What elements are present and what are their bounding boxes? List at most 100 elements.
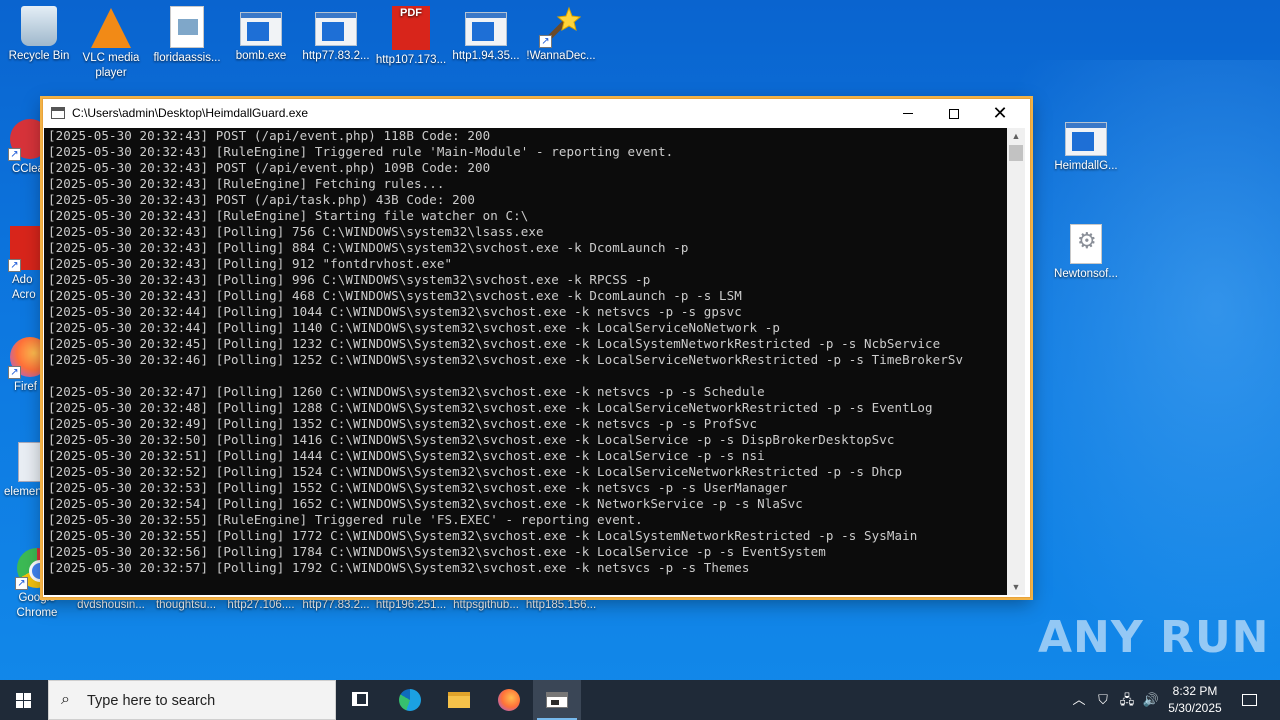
console-line: [2025-05-30 20:32:43] [RuleEngine] Start… <box>48 208 529 223</box>
desktop-icon-label: http107.173... <box>375 54 447 66</box>
show-hidden-icons-button[interactable]: ︿ <box>1068 680 1090 720</box>
desktop-icon-heimdallguard[interactable]: HeimdallG... <box>1047 112 1125 174</box>
shortcut-arrow-icon: ↗ <box>539 35 552 48</box>
image-file-icon <box>170 6 204 48</box>
console-line: [2025-05-30 20:32:56] [Polling] 1784 C:\… <box>48 544 826 559</box>
minimize-button[interactable] <box>885 99 931 128</box>
console-line: [2025-05-30 20:32:43] [RuleEngine] Trigg… <box>48 144 674 159</box>
console-line: [2025-05-30 20:32:44] [Polling] 1140 C:\… <box>48 320 781 335</box>
desktop-icon-label: bomb.exe <box>235 50 287 62</box>
desktop-icon-label: !WannaDec... <box>526 50 596 62</box>
desktop-icon-label: http1.94.35... <box>452 50 520 62</box>
console-line: [2025-05-30 20:32:43] POST (/api/event.p… <box>48 128 491 143</box>
vlc-icon <box>91 8 131 48</box>
desktop-icon-dvdshousin[interactable]: dvdshousin... <box>72 598 150 613</box>
desktop-icon-httpsgithub[interactable]: httpsgithub... <box>447 598 525 613</box>
close-button[interactable]: ✕ <box>977 99 1023 128</box>
desktop-icon-label: httpsgithub... <box>453 599 519 611</box>
console-line: [2025-05-30 20:32:49] [Polling] 1352 C:\… <box>48 416 758 431</box>
task-view-icon <box>352 692 368 706</box>
desktop-icon-http1-94[interactable]: http1.94.35... <box>447 2 525 64</box>
desktop-icon-vlc[interactable]: VLC media player <box>72 2 150 81</box>
desktop-icon-http27[interactable]: http27.106.... <box>222 598 300 613</box>
tray-volume-icon[interactable]: 🔊 <box>1140 680 1162 720</box>
desktop-icon-label: thoughtsu... <box>155 599 217 611</box>
taskbar-edge-button[interactable] <box>386 680 434 720</box>
clock-time: 8:32 PM <box>1172 684 1218 698</box>
exe-file-icon <box>315 12 357 46</box>
shortcut-arrow-icon: ↗ <box>8 259 21 272</box>
tray-network-icon[interactable]: 🖧 <box>1116 680 1138 720</box>
desktop-icon-label: dvdshousin... <box>77 599 145 611</box>
close-icon: ✕ <box>992 103 1008 124</box>
search-input[interactable] <box>87 690 327 712</box>
desktop-icon-label: VLC media player <box>82 52 140 79</box>
notification-center-button[interactable] <box>1232 680 1266 720</box>
console-line: [2025-05-30 20:32:57] [Polling] 1792 C:\… <box>48 560 750 575</box>
console-window[interactable]: C:\Users\admin\Desktop\HeimdallGuard.exe… <box>42 98 1031 598</box>
console-line: [2025-05-30 20:32:43] [RuleEngine] Fetch… <box>48 176 445 191</box>
desktop-icon-http77-a[interactable]: http77.83.2... <box>297 2 375 64</box>
desktop-icon-http185[interactable]: http185.156... <box>522 598 600 613</box>
desktop-icon-floridaassis[interactable]: floridaassis... <box>148 2 226 66</box>
console-app-icon[interactable] <box>51 107 65 119</box>
desktop-icon-bomb-exe[interactable]: bomb.exe <box>222 2 300 64</box>
scroll-up-arrow-icon[interactable]: ▲ <box>1007 128 1025 144</box>
console-line: [2025-05-30 20:32:44] [Polling] 1044 C:\… <box>48 304 742 319</box>
console-line: [2025-05-30 20:32:43] [Polling] 756 C:\W… <box>48 224 544 239</box>
tray-defender-icon[interactable]: ⛉ <box>1092 680 1114 720</box>
desktop-icon-http107[interactable]: PDF http107.173... <box>372 2 450 68</box>
desktop-icon-label: http196.251... <box>375 599 447 611</box>
desktop-icon-recycle-bin[interactable]: Recycle Bin <box>0 2 78 64</box>
taskbar-search-box[interactable]: ⌕ <box>48 680 336 720</box>
taskbar-firefox-button[interactable] <box>485 680 533 720</box>
desktop-icon-newtonsoft[interactable]: Newtonsof... <box>1047 220 1125 282</box>
desktop-icon-label: http77.83.2... <box>302 50 370 62</box>
desktop-icon-wannadec[interactable]: ↗ !WannaDec... <box>522 2 600 64</box>
taskbar-console-button[interactable] <box>533 680 581 720</box>
console-line: [2025-05-30 20:32:45] [Polling] 1232 C:\… <box>48 336 941 351</box>
console-line: [2025-05-30 20:32:43] [Polling] 912 "fon… <box>48 256 453 271</box>
desktop-icon-label: Recycle Bin <box>8 50 70 62</box>
shortcut-arrow-icon: ↗ <box>8 148 21 161</box>
anyrun-watermark: ANY RUN <box>1038 612 1270 663</box>
desktop-icon-http196[interactable]: http196.251... <box>372 598 450 613</box>
console-line: [2025-05-30 20:32:50] [Polling] 1416 C:\… <box>48 432 895 447</box>
recycle-bin-icon <box>21 6 57 46</box>
settings-file-icon <box>1070 224 1102 264</box>
exe-file-icon <box>240 12 282 46</box>
task-view-button[interactable] <box>336 680 384 720</box>
taskbar-file-explorer-button[interactable] <box>435 680 483 720</box>
maximize-button[interactable] <box>931 99 977 128</box>
console-line: [2025-05-30 20:32:43] [Polling] 884 C:\W… <box>48 240 689 255</box>
taskbar-clock[interactable]: 8:32 PM 5/30/2025 <box>1160 683 1230 717</box>
desktop-icon-thoughtsu[interactable]: thoughtsu... <box>147 598 225 613</box>
window-titlebar[interactable]: C:\Users\admin\Desktop\HeimdallGuard.exe… <box>43 99 1030 128</box>
console-line: [2025-05-30 20:32:54] [Polling] 1652 C:\… <box>48 496 803 511</box>
desktop-icon-label: http77.83.2... <box>302 599 370 611</box>
desktop-icon-http77-b[interactable]: http77.83.2... <box>297 598 375 613</box>
shortcut-arrow-icon: ↗ <box>8 366 21 379</box>
maximize-icon <box>949 108 959 119</box>
start-button[interactable] <box>0 680 48 720</box>
notification-icon <box>1241 694 1257 707</box>
console-line: [2025-05-30 20:32:55] [RuleEngine] Trigg… <box>48 512 643 527</box>
desktop-icon-label: Newtonsof... <box>1054 268 1118 280</box>
scroll-down-arrow-icon[interactable]: ▼ <box>1007 579 1025 595</box>
taskbar: ⌕ ︿ ⛉ 🖧 🔊 8:32 PM 5/30/2025 <box>0 680 1280 720</box>
vertical-scrollbar[interactable]: ▲ ▼ <box>1007 128 1025 595</box>
console-text: [2025-05-30 20:32:43] POST (/api/event.p… <box>44 128 1007 576</box>
edge-icon <box>399 689 421 711</box>
windows-logo-icon <box>16 693 32 709</box>
console-line: [2025-05-30 20:32:52] [Polling] 1524 C:\… <box>48 464 903 479</box>
search-icon: ⌕ <box>61 691 70 708</box>
pdf-file-icon: PDF <box>392 6 430 50</box>
console-line: [2025-05-30 20:32:43] POST (/api/task.ph… <box>48 192 476 207</box>
desktop-icon-label: HeimdallG... <box>1054 160 1118 172</box>
wand-icon: ↗ <box>539 6 582 48</box>
console-line: [2025-05-30 20:32:53] [Polling] 1552 C:\… <box>48 480 788 495</box>
desktop-icon-label: Ado Acro <box>12 274 36 301</box>
console-output[interactable]: [2025-05-30 20:32:43] POST (/api/event.p… <box>44 128 1007 595</box>
scrollbar-thumb[interactable] <box>1009 145 1023 161</box>
